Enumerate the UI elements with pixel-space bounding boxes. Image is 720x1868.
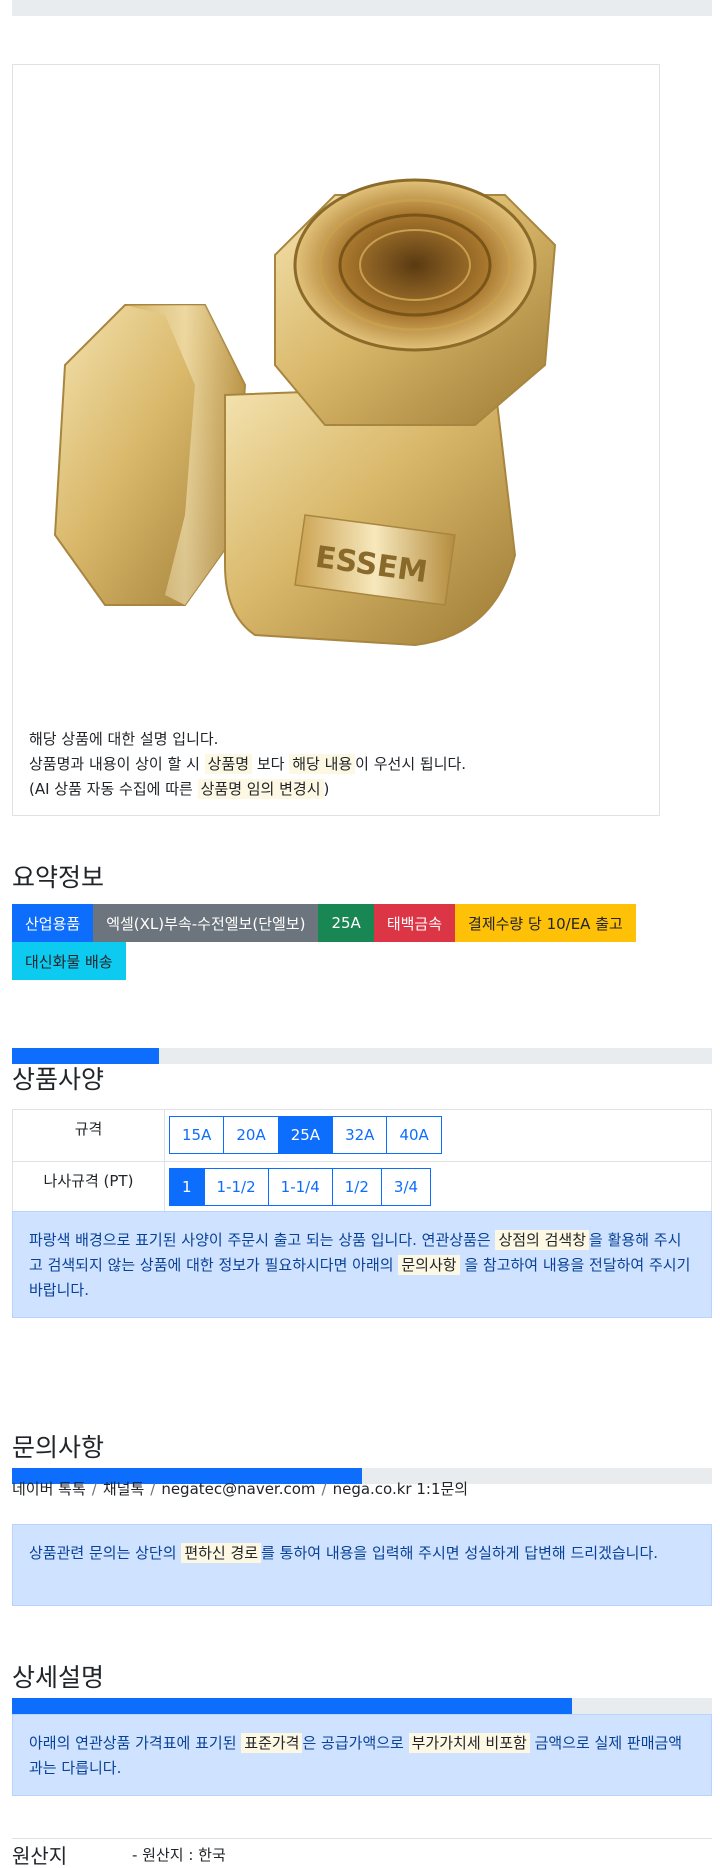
inquiry-title: 문의사항 — [12, 1433, 105, 1462]
email-link[interactable]: negatec@naver.com — [161, 1480, 315, 1498]
product-image: ESSEM — [53, 178, 557, 647]
separator: / — [150, 1480, 156, 1498]
spec-row-thread: 나사규격 (PT) 1 1-1/2 1-1/4 1/2 3/4 — [13, 1162, 711, 1214]
badge-subcategory: 엑셀(XL)부속-수전엘보(단엘보) — [93, 904, 319, 942]
top-progress-bar — [12, 0, 712, 16]
highlight-standard-price: 표준가격 — [241, 1733, 303, 1753]
detail-progress-fill — [12, 1698, 572, 1714]
badge-brand: 태백금속 — [373, 904, 456, 942]
origin-divider — [12, 1838, 712, 1839]
size-option-15a[interactable]: 15A — [169, 1116, 225, 1154]
badge-category: 산업용품 — [12, 904, 94, 942]
thread-option-1-1-4[interactable]: 1-1/4 — [267, 1168, 333, 1206]
spec-table: 규격 15A 20A 25A 32A 40A 나사규격 (PT) 1 1-1/2… — [12, 1109, 712, 1215]
spec-label-thread: 나사규격 (PT) — [13, 1162, 165, 1214]
summary-title: 요약정보 — [12, 863, 105, 892]
size-options: 15A 20A 25A 32A 40A — [165, 1110, 446, 1161]
highlight-product-name: 상품명 — [204, 754, 253, 774]
product-description: 해당 상품에 대한 설명 입니다. 상품명과 내용이 상이 할 시 상품명 보다… — [29, 727, 466, 802]
badge-shipping: 대신화물 배송 — [12, 942, 126, 980]
desc-text: 보다 — [252, 755, 290, 773]
desc-line-1: 해당 상품에 대한 설명 입니다. — [29, 730, 219, 748]
separator: / — [321, 1480, 327, 1498]
summary-badges: 산업용품 엑셀(XL)부속-수전엘보(단엘보) 25A 태백금속 결제수량 당 … — [12, 904, 712, 980]
thread-option-1[interactable]: 1 — [169, 1168, 205, 1206]
highlight-content: 해당 내용 — [289, 754, 356, 774]
detail-progress — [12, 1698, 712, 1714]
size-option-25a[interactable]: 25A — [277, 1116, 334, 1154]
notice-text: 를 통하여 내용을 입력해 주시면 성실하게 답변해 드리겠습니다. — [261, 1544, 659, 1562]
desc-line-2: 상품명과 내용이 상이 할 시 상품명 보다 해당 내용 이 우선시 됩니다. — [29, 752, 466, 777]
spec-title: 상품사양 — [12, 1065, 105, 1094]
product-card: ESSEM 해당 상품에 대한 설명 입니다. 상품명과 내용이 상이 할 시 … — [12, 64, 660, 816]
highlight-vat-excluded: 부가가치세 비포함 — [408, 1733, 530, 1753]
notice-text: 아래의 연관상품 가격표에 표기된 — [29, 1734, 242, 1752]
contact-links: 네이버 톡톡 / 채널톡 / negatec@naver.com / nega.co.kr … — [12, 1478, 468, 1499]
thread-option-1-1-2[interactable]: 1-1/2 — [203, 1168, 269, 1206]
size-option-32a[interactable]: 32A — [332, 1116, 388, 1154]
spec-row-size: 규격 15A 20A 25A 32A 40A — [13, 1110, 711, 1162]
inquiry-notice: 상품관련 문의는 상단의 편하신 경로 를 통하여 내용을 입력해 주시면 성실하… — [12, 1524, 712, 1606]
naver-talk-link[interactable]: 네이버 톡톡 — [12, 1480, 86, 1498]
spec-progress — [12, 1048, 712, 1064]
thread-option-3-4[interactable]: 3/4 — [380, 1168, 432, 1206]
notice-text: 파랑색 배경으로 표기된 사양이 주문시 출고 되는 상품 입니다. 연관상품은 — [29, 1231, 496, 1249]
thread-options: 1 1-1/2 1-1/4 1/2 3/4 — [165, 1162, 435, 1214]
site-inquiry-link[interactable]: nega.co.kr 1:1문의 — [333, 1480, 469, 1498]
highlight-search: 상점의 검색창 — [495, 1230, 590, 1250]
spec-notice: 파랑색 배경으로 표기된 사양이 주문시 출고 되는 상품 입니다. 연관상품은… — [12, 1211, 712, 1318]
detail-title: 상세설명 — [12, 1663, 105, 1692]
origin-label: 원산지 — [12, 1844, 68, 1868]
badge-quantity: 결제수량 당 10/EA 출고 — [455, 904, 636, 942]
origin-value: - 원산지 : 한국 — [132, 1846, 226, 1864]
desc-text: (AI 상품 자동 수집에 따른 — [29, 780, 198, 798]
badge-size: 25A — [318, 904, 374, 942]
channel-talk-link[interactable]: 채널톡 — [103, 1480, 144, 1498]
spec-label-size: 규격 — [13, 1110, 165, 1161]
notice-text: 은 공급가액으로 — [302, 1734, 409, 1752]
highlight-inquiry: 문의사항 — [398, 1255, 460, 1275]
notice-text: 상품관련 문의는 상단의 — [29, 1544, 182, 1562]
desc-text: 이 우선시 됩니다. — [355, 755, 467, 773]
desc-text: 상품명과 내용이 상이 할 시 — [29, 755, 205, 773]
highlight-route: 편하신 경로 — [181, 1543, 262, 1563]
size-option-40a[interactable]: 40A — [386, 1116, 442, 1154]
size-option-20a[interactable]: 20A — [223, 1116, 279, 1154]
detail-notice: 아래의 연관상품 가격표에 표기된 표준가격 은 공급가액으로 부가가치세 비포함… — [12, 1714, 712, 1796]
thread-option-1-2[interactable]: 1/2 — [331, 1168, 382, 1206]
separator: / — [91, 1480, 97, 1498]
highlight-name-change: 상품명 임의 변경시 — [197, 779, 324, 799]
desc-text: ) — [323, 780, 330, 798]
desc-line-3: (AI 상품 자동 수집에 따른 상품명 임의 변경시) — [29, 777, 466, 802]
